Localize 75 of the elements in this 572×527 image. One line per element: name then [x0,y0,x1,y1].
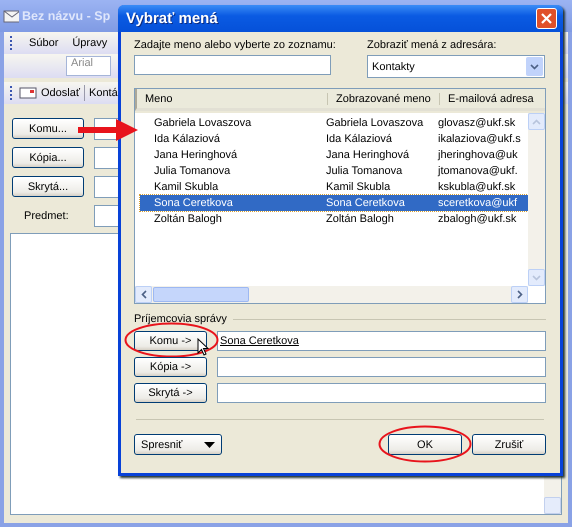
window-title: Bez názvu - Sp [22,9,110,23]
table-cell-text: Zoltán Balogh [326,213,395,225]
contact-row[interactable]: Julia Tomanova Julia Tomanova jtomanova@ukf. [140,163,528,179]
chevron-up-icon [532,118,541,124]
pointer-arrow [76,117,140,143]
table-cell-text: Sona Ceretkova [153,197,234,209]
table-cell-text: jtomanova@ukf. [438,165,519,177]
table-cell-text: zbalogh@ukf.sk [438,213,518,225]
table-cell-text: Gabriela Lovaszova [326,117,424,129]
contact-row[interactable]: Zoltán Balogh Zoltán Balogh zbalogh@ukf.sk [140,211,528,227]
chevron-left-icon [140,290,146,299]
table-cell-text: ikalaziova@ukf.s [438,133,522,145]
recipient-field[interactable]: Sona Ceretkova [217,331,546,351]
address-button[interactable]: Kópia... [12,147,84,168]
column-header[interactable]: Zobrazované meno [327,92,439,104]
scroll-thumb[interactable] [153,287,249,302]
address-button[interactable]: Skrytá... [12,176,84,197]
contact-row[interactable]: Sona Ceretkova Sona Ceretkova sceretkova@ukf [140,195,528,211]
subject-label: Predmet: [23,210,70,222]
menu-item[interactable]: Súbor [29,37,58,49]
contact-row[interactable]: Kamil Skubla Kamil Skubla kskubla@ukf.sk [140,179,528,195]
recipient-button[interactable]: Kópia -> [134,357,207,377]
table-cell-text: Jana Heringhová [326,149,410,161]
cancel-button[interactable]: Zrušiť [472,434,546,455]
toolbar-button[interactable]: Odoslať [41,87,80,99]
table-cell-text: Sona Ceretkova [326,197,406,209]
column-header[interactable]: E-mailová adresa [439,92,545,104]
contact-row[interactable]: Ida Kálaziová Ida Kálaziová ikalaziova@ukf.s [140,131,528,147]
mouse-cursor-icon [197,338,209,356]
subject-field[interactable] [94,205,118,227]
table-cell-text: Gabriela Lovaszova [153,117,252,129]
contact-row[interactable]: Gabriela Lovaszova Gabriela Lovaszova glovasz@ukf.sk [140,115,528,131]
recipient-button[interactable]: Komu -> [134,331,207,351]
table-cell-text: Kamil Skubla [153,181,220,193]
table-cell-text: Julia Tomanova [326,165,404,177]
contact-row[interactable]: Jana Heringhová Jana Heringhová jheringhova@uk [140,147,528,163]
address-field[interactable] [94,147,118,169]
close-icon [541,13,552,24]
name-search-field[interactable] [134,55,331,75]
scroll-right-button[interactable] [511,286,528,303]
address-field[interactable] [94,176,118,198]
column-header[interactable]: Meno [137,92,327,104]
table-cell-text: Julia Tomanova [153,165,232,177]
recipient-field[interactable] [217,383,546,403]
chevron-down-icon [532,274,541,280]
group-label: Príjemcovia správy [134,313,227,325]
table-cell-text: glovasz@ukf.sk [438,117,516,129]
caret-icon [204,442,215,448]
table-cell-text: Zoltán Balogh [153,213,223,225]
toolbar-button[interactable]: Kontá [88,87,118,99]
chevron-down-icon [530,64,539,70]
table-cell-text: sceretkova@ukf [438,197,518,209]
address-book-dropdown[interactable]: Kontakty [367,55,545,78]
table-cell-text: kskubla@ukf.sk [438,181,516,193]
recipient-field[interactable] [217,357,546,377]
ok-button[interactable]: OK [388,434,462,455]
scroll-left-button[interactable] [135,286,152,303]
field-label: Zobraziť mená z adresára: [367,39,498,51]
table-cell-text: Ida Kálaziová [326,133,394,145]
scroll-up-button[interactable] [528,113,545,130]
mail-icon [3,9,19,23]
table-cell-text: Kamil Skubla [326,181,392,193]
advanced-button[interactable]: Spresniť [134,434,222,455]
envelope-icon [19,87,37,99]
table-cell-text: jheringhova@uk [438,149,519,161]
close-button[interactable] [536,8,557,29]
chevron-right-icon [516,290,522,299]
address-button[interactable]: Komu... [12,118,84,139]
recipient-name[interactable]: Sona Ceretkova [220,335,299,347]
dialog-title: Vybrať mená [126,10,218,27]
table-cell-text: Jana Heringhová [153,149,238,161]
menu-item[interactable]: Úpravy [72,37,108,49]
recipient-button[interactable]: Skrytá -> [134,383,207,403]
font-field[interactable]: Arial [66,56,111,76]
table-cell-text: Ida Kálaziová [153,133,222,145]
